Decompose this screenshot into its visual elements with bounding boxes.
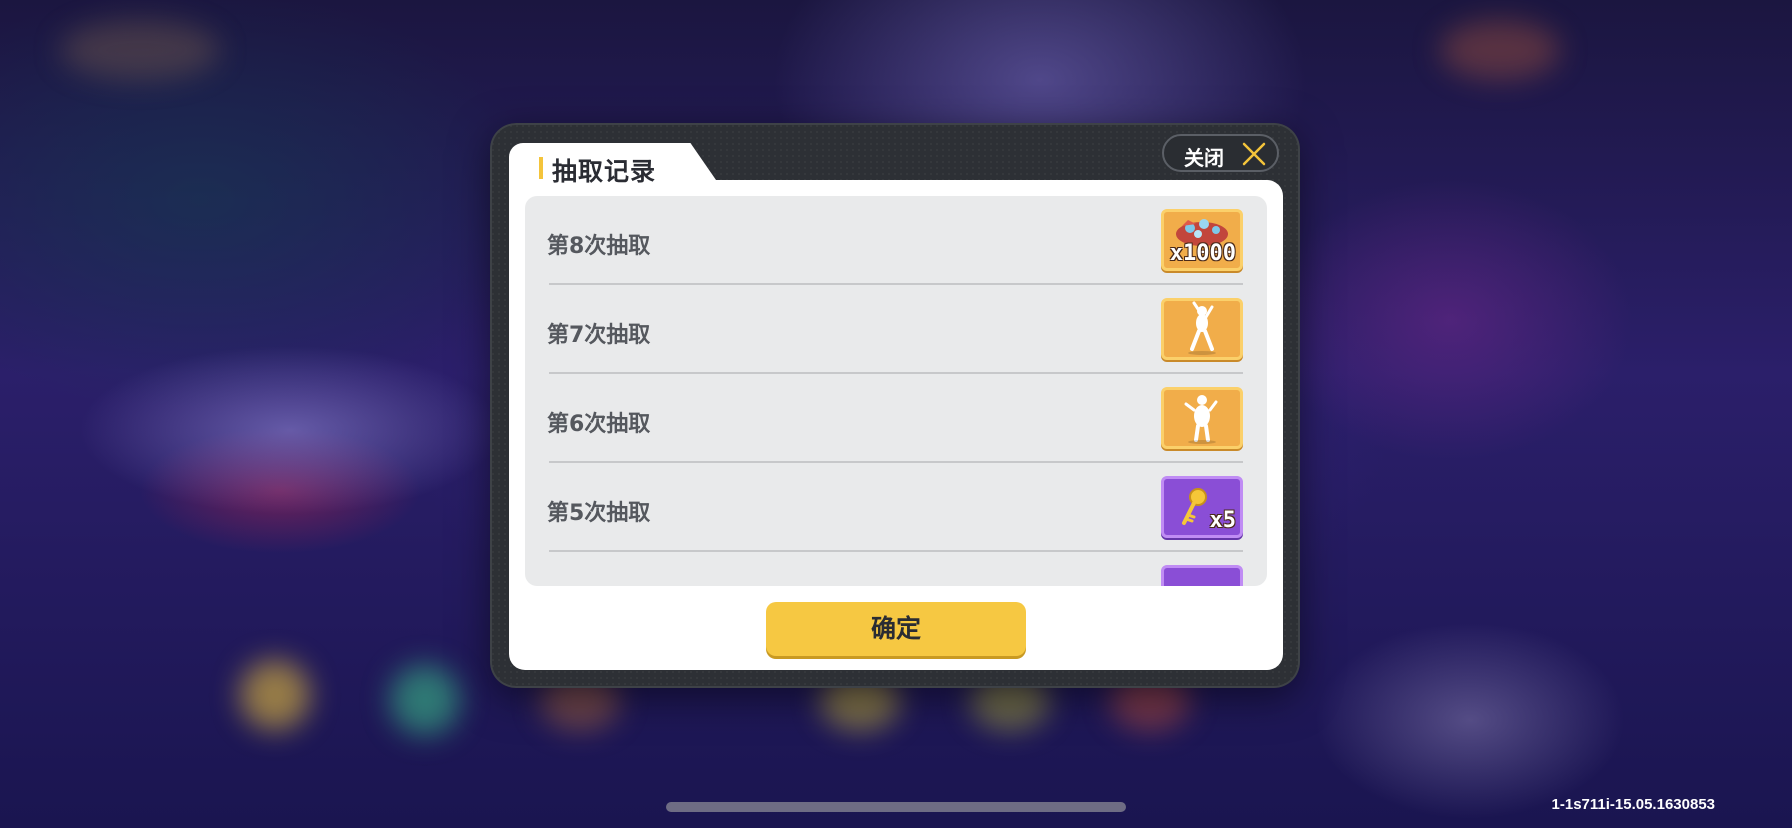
version-label: 1-1s711i-15.05.1630853: [1551, 796, 1715, 813]
close-button[interactable]: 关闭: [1162, 134, 1279, 172]
dance-pose-icon: [1188, 301, 1216, 355]
reward-quantity: x5: [1209, 508, 1237, 533]
record-label: 第7次抽取: [547, 323, 651, 348]
dance-pose-icon: [1184, 395, 1218, 444]
close-icon: [1242, 142, 1266, 166]
list-item-partial: [547, 552, 1243, 586]
reward-item[interactable]: [1161, 565, 1243, 586]
list-item: 第8次抽取 x1000: [547, 196, 1243, 285]
reward-item[interactable]: x5: [1161, 476, 1243, 538]
close-label: 关闭: [1184, 146, 1224, 170]
record-label: 第5次抽取: [547, 501, 651, 526]
list-item: 第7次抽取: [547, 285, 1243, 374]
record-label: 第8次抽取: [547, 234, 651, 259]
list-item: 第5次抽取 x5: [547, 463, 1243, 552]
list-item: 第6次抽取: [547, 374, 1243, 463]
reward-item[interactable]: [1161, 387, 1243, 449]
record-label: 第6次抽取: [547, 412, 651, 437]
reward-quantity: x1000: [1169, 241, 1236, 266]
confirm-button[interactable]: 确定: [766, 602, 1026, 656]
draw-record-list[interactable]: 第8次抽取 x1000 第7次抽取 第6次抽取 第5次抽取 x5: [525, 196, 1267, 586]
dialog-title: 抽取记录: [552, 157, 657, 186]
reward-item[interactable]: x1000: [1161, 209, 1243, 271]
home-indicator[interactable]: [666, 802, 1126, 812]
reward-item[interactable]: [1161, 298, 1243, 360]
